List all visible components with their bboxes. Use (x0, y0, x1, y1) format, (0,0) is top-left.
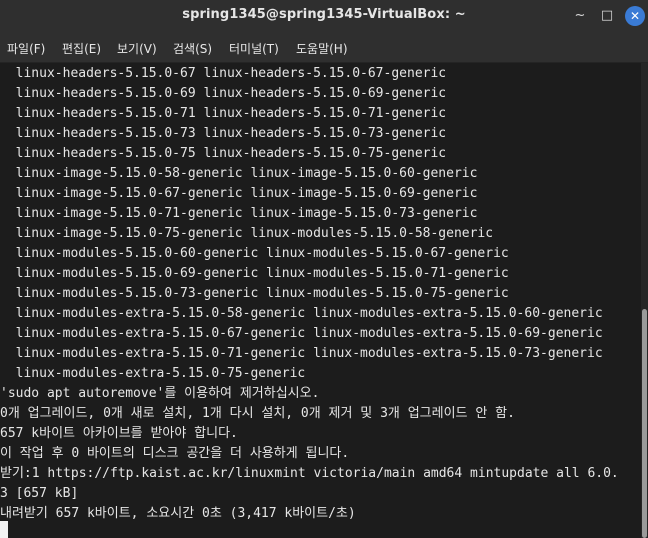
minimize-icon[interactable]: ~ (570, 6, 590, 26)
menu-edit[interactable]: 편집(E) (62, 40, 101, 57)
terminal-line: 3 [657 kB] (0, 486, 79, 501)
terminal-line: linux-modules-5.15.0-73-generic linux-mo… (0, 286, 509, 301)
terminal-line: 657 k바이트 아카이브를 받아야 합니다. (0, 426, 238, 441)
terminal-line: 받기:1 https://ftp.kaist.ac.kr/linuxmint v… (0, 466, 619, 481)
window-title: spring1345@spring1345-VirtualBox: ~ (182, 7, 466, 22)
menu-terminal[interactable]: 터미널(T) (229, 40, 279, 57)
terminal-line: linux-image-5.15.0-71-generic linux-imag… (0, 206, 478, 221)
terminal-line: linux-image-5.15.0-67-generic linux-imag… (0, 186, 478, 201)
terminal-line: linux-headers-5.15.0-75 linux-headers-5.… (0, 146, 447, 161)
terminal-line: linux-headers-5.15.0-73 linux-headers-5.… (0, 126, 447, 141)
terminal-line: linux-modules-extra-5.15.0-67-generic li… (0, 326, 603, 341)
terminal-line: linux-modules-extra-5.15.0-71-generic li… (0, 346, 603, 361)
terminal-line: linux-headers-5.15.0-71 linux-headers-5.… (0, 106, 447, 121)
terminal-line: 0개 업그레이드, 0개 새로 설치, 1개 다시 설치, 0개 제거 및 3개… (0, 406, 515, 421)
scrollbar-thumb[interactable] (642, 309, 647, 538)
maximize-icon[interactable]: □ (597, 6, 617, 26)
terminal-line: 'sudo apt autoremove'를 이용하여 제거하십시오. (0, 386, 320, 401)
close-icon[interactable]: ✕ (625, 6, 645, 26)
terminal-window: spring1345@spring1345-VirtualBox: ~ ~ □ … (0, 0, 648, 538)
text-cursor (0, 521, 8, 538)
terminal-line: linux-image-5.15.0-58-generic linux-imag… (0, 166, 478, 181)
terminal-line: linux-image-5.15.0-75-generic linux-modu… (0, 226, 494, 241)
menu-search[interactable]: 검색(S) (173, 40, 212, 57)
terminal-line: linux-modules-extra-5.15.0-75-generic (0, 366, 306, 381)
title-bar[interactable]: spring1345@spring1345-VirtualBox: ~ ~ □ … (0, 0, 648, 31)
terminal-output[interactable]: linux-headers-5.15.0-67 linux-headers-5.… (0, 63, 641, 538)
terminal-line: linux-modules-5.15.0-60-generic linux-mo… (0, 246, 509, 261)
terminal-line: 내려받기 657 k바이트, 소요시간 0초 (3,417 k바이트/초) (0, 506, 356, 521)
terminal-line: linux-modules-extra-5.15.0-58-generic li… (0, 306, 603, 321)
terminal-line: linux-modules-5.15.0-69-generic linux-mo… (0, 266, 509, 281)
menu-file[interactable]: 파일(F) (7, 40, 45, 57)
menu-bar: 파일(F) 편집(E) 보기(V) 검색(S) 터미널(T) 도움말(H) (0, 31, 648, 63)
menu-view[interactable]: 보기(V) (117, 40, 157, 57)
terminal-line: linux-headers-5.15.0-67 linux-headers-5.… (0, 66, 447, 81)
vertical-scrollbar[interactable] (641, 63, 648, 538)
terminal-line: 이 작업 후 0 바이트의 디스크 공간을 더 사용하게 됩니다. (0, 446, 350, 461)
menu-help[interactable]: 도움말(H) (296, 40, 348, 57)
terminal-line: linux-headers-5.15.0-69 linux-headers-5.… (0, 86, 447, 101)
